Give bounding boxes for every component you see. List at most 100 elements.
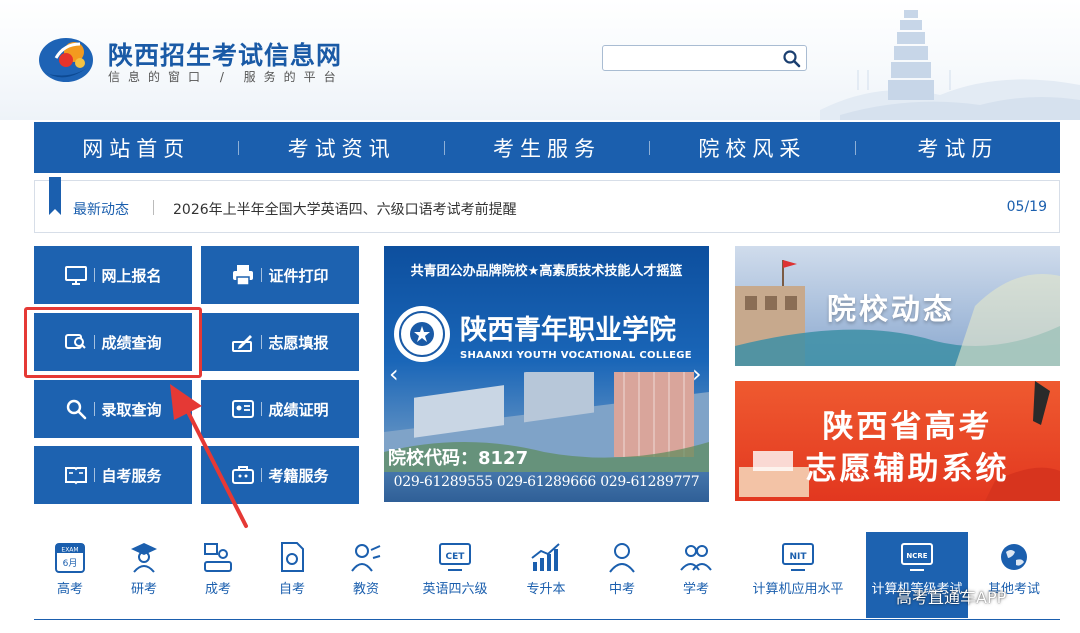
main-nav: 网站首页 考试资讯 考生服务 院校风采 考试历 xyxy=(34,122,1060,173)
category-ncre[interactable]: NCRE 计算机等级考试 xyxy=(866,532,968,618)
nav-candidate-service[interactable]: 考生服务 xyxy=(445,133,649,163)
category-label: 专升本 xyxy=(526,582,566,597)
calendar-badge-text: EXAM xyxy=(61,547,78,554)
category-cet[interactable]: CET 英语四六级 xyxy=(406,532,504,618)
tile-label: 成绩证明 xyxy=(268,400,329,419)
category-label: 教资 xyxy=(352,582,379,597)
category-label: 英语四六级 xyxy=(422,582,488,597)
school-news-promo[interactable]: 院校动态 xyxy=(735,246,1060,366)
volunteer-promo-subtitle: 志愿辅助系统 xyxy=(805,451,1010,487)
category-adult-exam[interactable]: 成考 xyxy=(184,532,252,618)
magnifier-icon xyxy=(67,399,87,420)
tile-label: 自考服务 xyxy=(101,466,162,485)
tile-separator xyxy=(261,402,263,416)
graduate-icon xyxy=(131,543,157,573)
college-banner-carousel[interactable]: 共青团公办品牌院校★高素质技术技能人才摇篮 陕西青年职业学院 SHAANXI Y… xyxy=(384,246,709,502)
news-divider xyxy=(153,200,154,215)
category-label: 高考 xyxy=(56,582,83,597)
category-label: 学考 xyxy=(682,582,709,597)
category-academic-test[interactable]: 学考 xyxy=(662,532,730,618)
tile-separator xyxy=(261,468,263,482)
category-bar-divider xyxy=(34,619,1060,620)
service-self-study-button[interactable]: 自考服务 xyxy=(34,446,192,504)
teacher-icon xyxy=(351,544,381,572)
news-ticker: 最新动态 2026年上半年全国大学英语四、六级口语考试考前提醒 05/19 xyxy=(34,177,1060,233)
tile-separator xyxy=(94,402,96,416)
service-score-query-button[interactable]: 成绩查询 xyxy=(34,313,192,371)
person-board-icon xyxy=(204,543,232,572)
category-label: 研考 xyxy=(130,582,157,597)
certificate-icon xyxy=(232,400,255,418)
category-self-exam[interactable]: 自考 xyxy=(258,532,326,618)
tile-separator xyxy=(94,268,96,282)
tile-separator xyxy=(94,335,96,349)
news-headline-link[interactable]: 2026年上半年全国大学英语四、六级口语考试考前提醒 xyxy=(173,199,517,219)
category-label: 计算机应用水平 xyxy=(752,582,844,597)
service-online-registration-button[interactable]: 网上报名 xyxy=(34,246,192,304)
book-icon xyxy=(65,467,88,485)
service-admission-query-button[interactable]: 录取查询 xyxy=(34,380,192,438)
tile-separator xyxy=(261,268,263,282)
monitor-icon xyxy=(65,266,88,285)
nav-home[interactable]: 网站首页 xyxy=(34,133,238,163)
volunteer-assist-system-promo[interactable]: 陕西省高考 志愿辅助系统 xyxy=(735,381,1060,501)
category-label: 计算机等级考试 xyxy=(871,582,963,597)
ncre-badge-text: NCRE xyxy=(906,552,927,560)
bookmark-flag-icon xyxy=(49,177,61,215)
category-label: 中考 xyxy=(608,582,635,597)
banner-phone-numbers: 029-61289555 029-61289666 029-61289777 xyxy=(393,474,700,490)
college-emblem-icon xyxy=(394,306,450,362)
category-upgrade-exam[interactable]: 专升本 xyxy=(510,532,582,618)
nav-college-showcase[interactable]: 院校风采 xyxy=(650,133,854,163)
category-label: 自考 xyxy=(278,582,305,597)
nit-icon: NIT xyxy=(782,543,814,571)
calendar-month-text: 6月 xyxy=(63,558,78,569)
category-zhongkao[interactable]: 中考 xyxy=(588,532,656,618)
banner-prev-arrow-icon[interactable]: ‹ xyxy=(389,362,399,386)
tile-label: 网上报名 xyxy=(101,266,162,285)
news-date: 05/19 xyxy=(1006,199,1047,215)
nav-exam-news[interactable]: 考试资讯 xyxy=(239,133,443,163)
site-logo-icon[interactable] xyxy=(36,30,100,86)
news-label: 最新动态 xyxy=(73,202,129,218)
category-gaokao[interactable]: EXAM 6月 高考 xyxy=(36,532,104,618)
banner-tagline: 共青团公办品牌院校★高素质技术技能人才摇篮 xyxy=(410,264,683,279)
service-document-print-button[interactable]: 证件打印 xyxy=(201,246,359,304)
banner-college-english-name: SHAANXI YOUTH VOCATIONAL COLLEGE xyxy=(460,350,692,361)
growth-chart-icon xyxy=(531,543,560,571)
banner-college-code: 院校代码：8127 xyxy=(388,448,529,469)
category-graduate-exam[interactable]: 研考 xyxy=(110,532,178,618)
pen-form-icon xyxy=(232,335,253,352)
school-news-label: 院校动态 xyxy=(827,292,956,326)
service-score-certificate-button[interactable]: 成绩证明 xyxy=(201,380,359,438)
volunteer-promo-title: 陕西省高考 xyxy=(822,409,993,445)
ncre-icon: NCRE xyxy=(901,543,933,571)
site-header: 陕西招生考试信息网 信息的窗口 / 服务的平台 xyxy=(0,0,1080,120)
category-computer-application[interactable]: NIT 计算机应用水平 xyxy=(742,532,854,618)
tile-label: 成绩查询 xyxy=(101,333,162,352)
search-icon[interactable] xyxy=(782,49,802,69)
nit-badge-text: NIT xyxy=(789,552,807,562)
cet-icon: CET xyxy=(439,543,471,571)
nav-exam-calendar[interactable]: 考试历 xyxy=(856,133,1060,163)
category-label: 成考 xyxy=(204,582,231,597)
score-search-icon xyxy=(65,334,87,349)
printer-icon xyxy=(233,265,254,286)
tile-separator xyxy=(261,335,263,349)
student-icon xyxy=(609,543,635,573)
service-student-record-button[interactable]: 考籍服务 xyxy=(201,446,359,504)
tile-label: 志愿填报 xyxy=(268,333,329,352)
search-box xyxy=(602,45,807,71)
service-volunteer-filling-button[interactable]: 志愿填报 xyxy=(201,313,359,371)
tile-label: 证件打印 xyxy=(268,266,329,285)
category-other-exams[interactable]: 其他考试 xyxy=(978,532,1050,618)
search-input[interactable] xyxy=(607,48,777,68)
globe-icon xyxy=(1001,544,1027,570)
cet-badge-text: CET xyxy=(446,552,466,562)
category-label: 其他考试 xyxy=(987,582,1040,597)
banner-next-arrow-icon[interactable]: › xyxy=(692,362,702,386)
tile-separator xyxy=(94,468,96,482)
tile-label: 考籍服务 xyxy=(268,466,329,485)
site-title[interactable]: 陕西招生考试信息网 xyxy=(108,36,342,72)
category-teacher-qualification[interactable]: 教资 xyxy=(332,532,400,618)
